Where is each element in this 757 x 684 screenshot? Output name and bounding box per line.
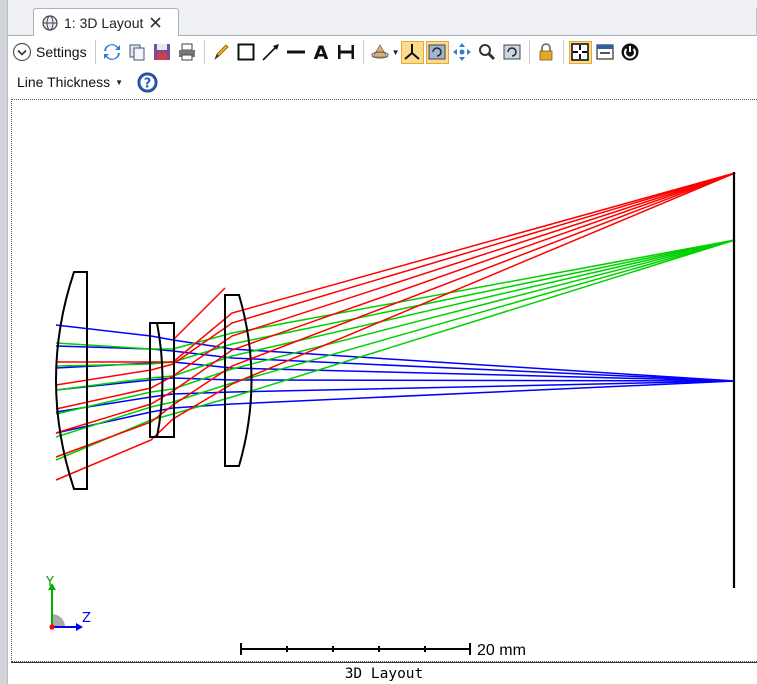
tab-label: 1: 3D Layout [64,14,144,31]
toolbar-separator [203,40,205,64]
tab-bar: 1: 3D Layout [8,0,757,36]
plot-footer: 3D Layout [11,662,757,684]
caret-down-icon: ▼ [115,77,124,87]
caret-down-icon[interactable]: ▼ [392,48,400,57]
z-axis-label: Z [82,611,91,626]
settings-label: Settings [36,44,87,60]
power-icon[interactable] [619,41,642,64]
rectangle-icon[interactable] [235,41,258,64]
x-axis-dot [49,624,55,630]
line-icon[interactable] [285,41,308,64]
rotate-view-icon[interactable] [369,41,392,64]
toolbar-separator [94,40,96,64]
undo-zoom-icon[interactable] [501,41,524,64]
line-thickness-dropdown[interactable]: Line Thickness ▼ [17,74,123,90]
layout-plot-area[interactable]: Y Z 20 mm [11,99,757,662]
toolbar-separator [562,40,564,64]
svg-text:?: ? [144,76,152,91]
lock-icon[interactable] [535,41,558,64]
toolbar-separator [362,40,364,64]
line-thickness-label: Line Thickness [17,74,111,90]
axes-icon[interactable] [400,40,424,64]
svg-text:A: A [314,42,329,62]
main-toolbar: Settings A ▼ [8,37,757,67]
refresh-icon[interactable] [101,41,124,64]
close-icon[interactable] [149,16,162,29]
help-icon[interactable]: ? [137,72,158,93]
lens-globe-icon [42,14,58,31]
plot-title: 3D Layout [344,666,424,682]
text-icon[interactable]: A [310,41,333,64]
arrow-icon[interactable] [260,41,283,64]
pencil-icon[interactable] [210,41,233,64]
settings-button[interactable]: Settings [12,39,91,65]
dimension-icon[interactable] [335,41,358,64]
toolbar-separator [528,40,530,64]
left-edge-strip [0,0,8,684]
zoom-icon[interactable] [476,41,499,64]
save-icon[interactable] [151,41,174,64]
chevron-down-icon [12,42,32,62]
scale-bar-label: 20 mm [477,642,526,659]
scale-bar [240,643,471,655]
pan-icon[interactable] [451,41,474,64]
axis-indicator: Y Z [45,575,91,631]
window-icon[interactable] [594,41,617,64]
optical-layout-drawing: Y Z 20 mm [45,172,736,659]
copy-icon[interactable] [126,41,149,64]
tab-3d-layout[interactable]: 1: 3D Layout [33,8,179,36]
y-axis-label: Y [45,575,54,590]
fit-icon[interactable] [568,40,592,64]
reset-view-icon[interactable] [425,40,449,64]
secondary-toolbar: Line Thickness ▼ ? [8,68,757,96]
print-icon[interactable] [176,41,199,64]
